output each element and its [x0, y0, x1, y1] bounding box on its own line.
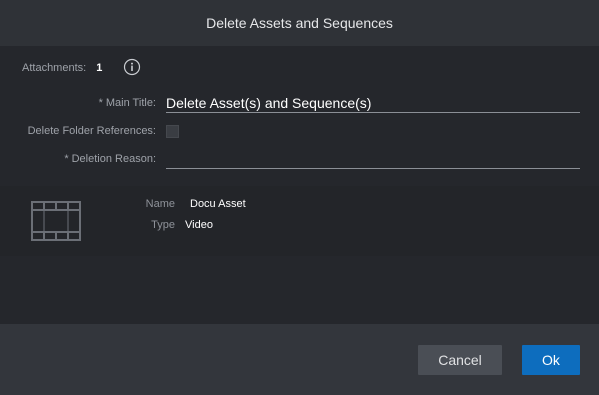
- asset-name-label: Name: [145, 198, 175, 210]
- asset-type-label: Type: [151, 219, 175, 231]
- asset-name-value: Docu Asset: [190, 198, 246, 210]
- film-icon: [31, 201, 81, 241]
- dialog-content: Attachments: 1 *Main Title: Delete Folde…: [0, 46, 599, 324]
- attachments-row: Attachments: 1: [22, 59, 102, 77]
- ok-button[interactable]: Ok: [522, 345, 580, 375]
- deletion-reason-label-text: Deletion Reason:: [71, 153, 156, 165]
- delete-assets-dialog: Delete Assets and Sequences Attachments:…: [0, 0, 599, 395]
- asset-summary-panel: Name Docu Asset Type Video: [0, 186, 599, 256]
- dialog-footer: Cancel Ok: [0, 324, 599, 395]
- delete-folder-references-checkbox[interactable]: [166, 125, 179, 138]
- cancel-button[interactable]: Cancel: [418, 345, 502, 375]
- main-title-label-text: Main Title:: [105, 97, 156, 109]
- attachments-label: Attachments:: [22, 62, 87, 74]
- deletion-reason-required-marker: *: [64, 153, 69, 165]
- dialog-title: Delete Assets and Sequences: [206, 15, 393, 31]
- main-title-input[interactable]: [166, 93, 580, 113]
- dialog-header: Delete Assets and Sequences: [0, 0, 599, 46]
- attachments-count: 1: [96, 62, 103, 74]
- main-title-required-marker: *: [98, 97, 103, 109]
- delete-folder-references-label: Delete Folder References:: [27, 125, 156, 137]
- deletion-reason-label: * Deletion Reason:: [6, 153, 156, 165]
- info-icon[interactable]: [123, 58, 141, 76]
- asset-type-value: Video: [185, 219, 213, 231]
- main-title-label: * Main Title:: [6, 97, 156, 109]
- deletion-reason-input[interactable]: [166, 151, 580, 169]
